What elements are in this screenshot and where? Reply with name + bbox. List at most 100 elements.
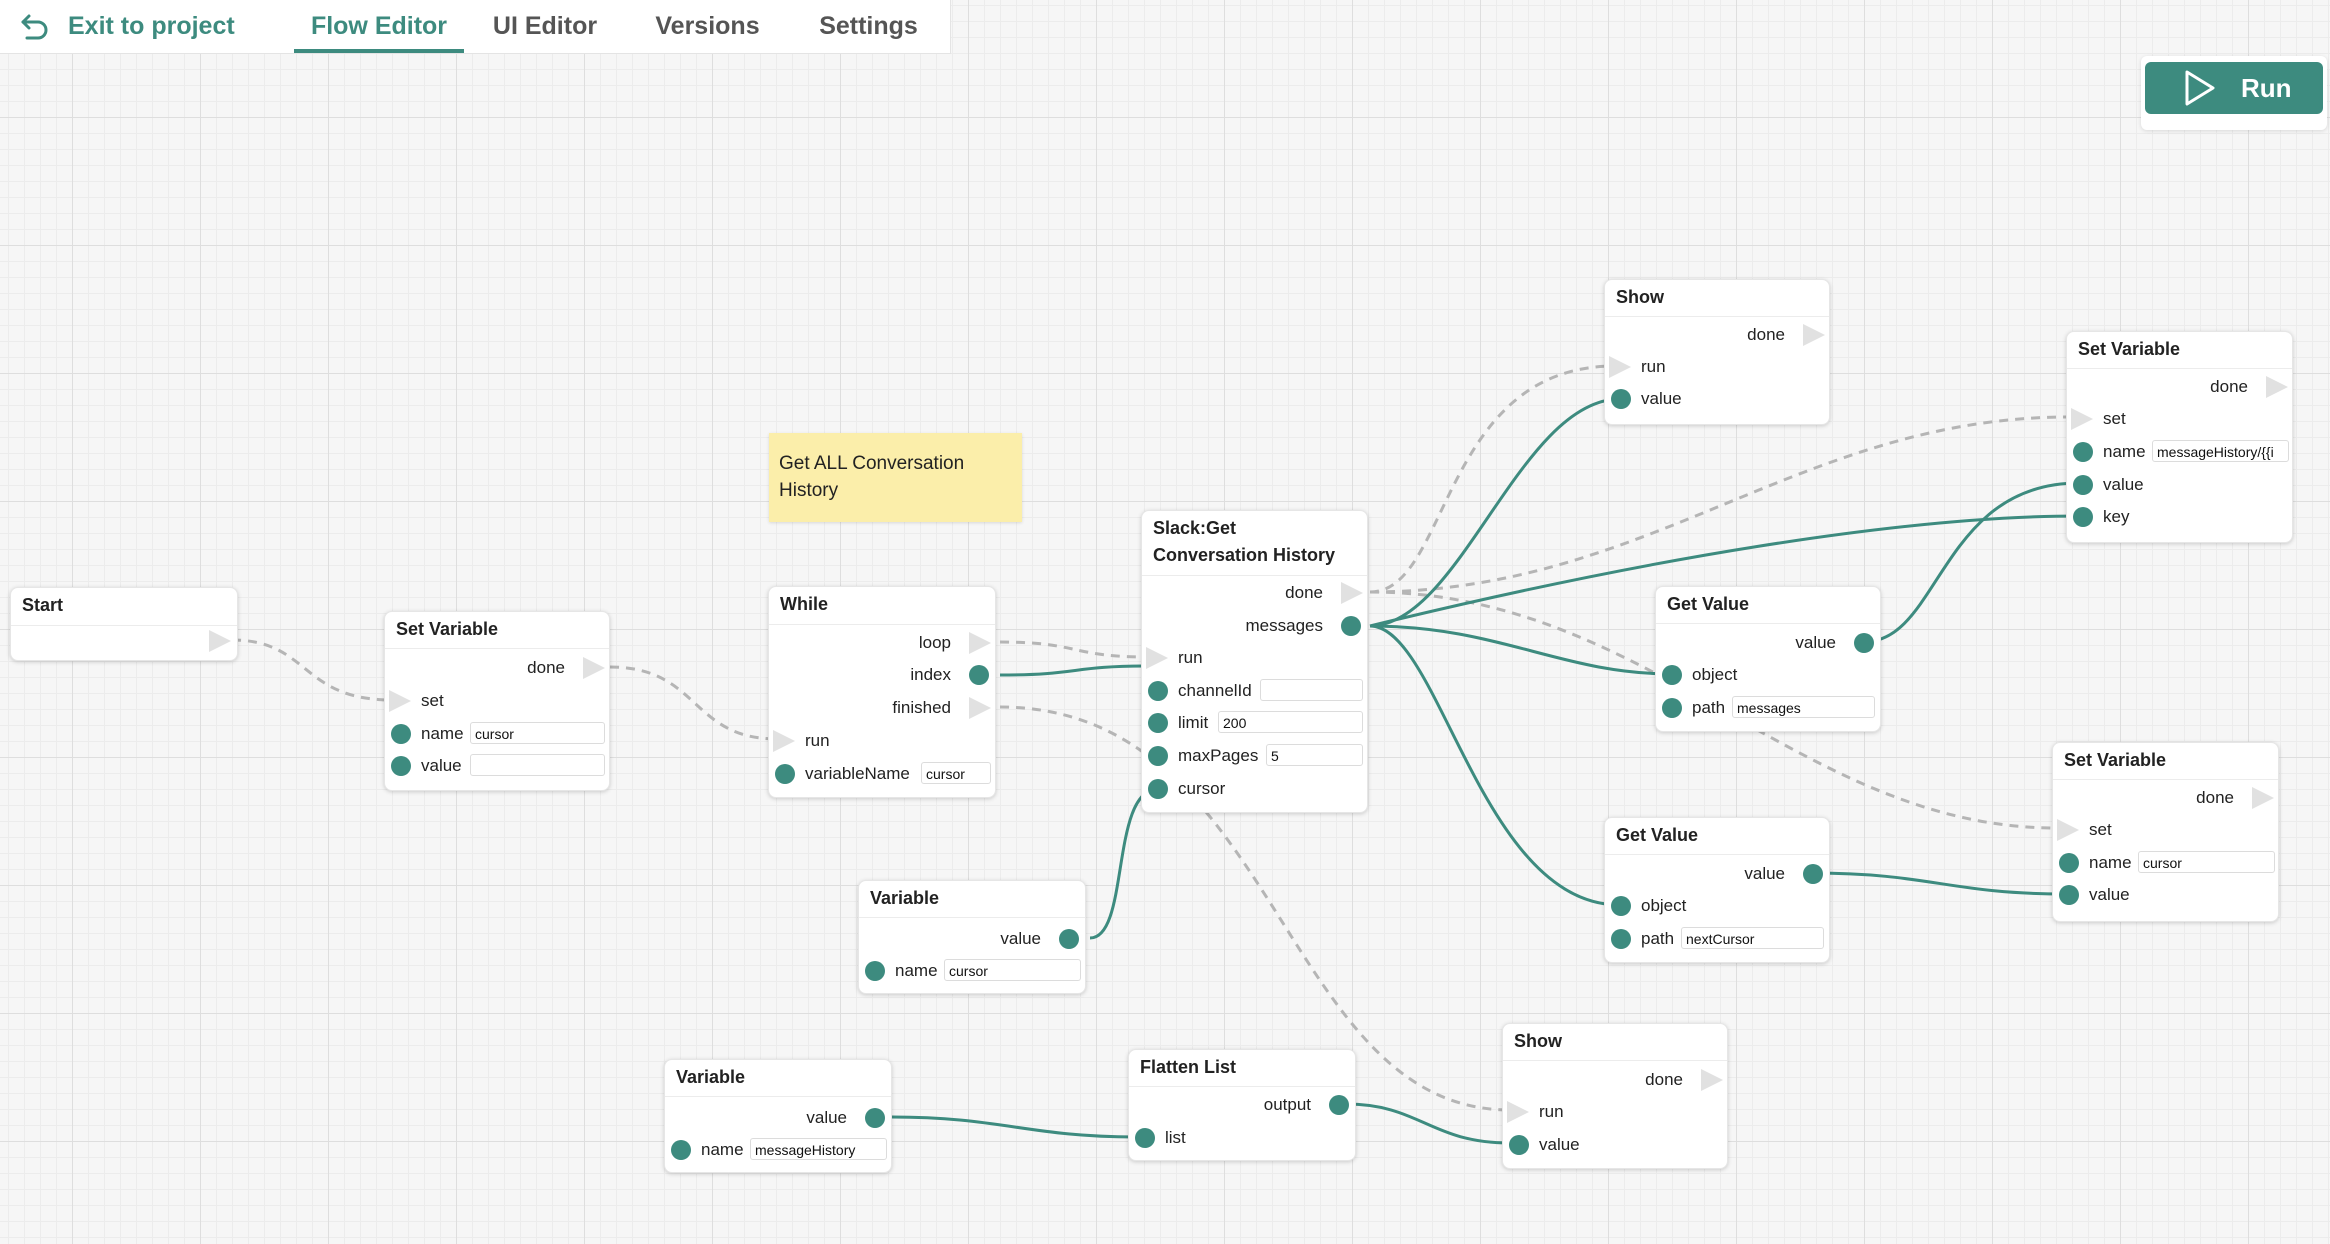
flow-out-port-done[interactable] [583,657,605,679]
node-title: Get Value [1616,825,1699,845]
node-get-value-next-cursor[interactable]: Get Value value object path nextCursor [1604,817,1830,963]
channel-id-field[interactable] [1260,679,1363,701]
node-get-value-messages[interactable]: Get Value value object path messages [1655,586,1881,732]
node-slack-get-conversation-history[interactable]: Slack:Get Conversation History done mess… [1141,510,1368,813]
flow-in-port-run[interactable] [1146,647,1168,669]
tab-versions[interactable]: Versions [640,0,775,50]
name-field[interactable]: messageHistory [750,1138,887,1160]
output-port-value[interactable] [1059,929,1079,949]
flow-out-port-done[interactable] [1803,324,1825,346]
flow-out-port-done[interactable] [1341,582,1363,604]
output-port-value[interactable] [1803,864,1823,884]
input-port-value[interactable] [2073,475,2093,495]
input-port-path[interactable] [1662,698,1682,718]
input-port-name[interactable] [671,1140,691,1160]
wire-setvar-while [609,665,778,741]
limit-field[interactable]: 200 [1218,711,1363,733]
input-port-name[interactable] [2059,853,2079,873]
run-button[interactable]: Run [2145,62,2323,114]
node-variable-message-history[interactable]: Variable value name messageHistory [664,1059,892,1173]
name-field[interactable]: cursor [944,959,1081,981]
port-label-object: object [1641,896,1687,915]
flow-out-port-done[interactable] [2266,376,2288,398]
node-variable-cursor[interactable]: Variable value name cursor [858,880,1086,994]
input-port-name[interactable] [865,961,885,981]
input-port-variable-name[interactable] [775,764,795,784]
flow-in-port-set[interactable] [2057,819,2079,841]
value-field[interactable] [470,754,605,776]
input-port-list[interactable] [1135,1128,1155,1148]
input-port-channel-id[interactable] [1148,681,1168,701]
path-field[interactable]: nextCursor [1681,927,1824,949]
path-field[interactable]: messages [1732,696,1875,718]
port-label-value: value [1539,1135,1580,1154]
input-port-object[interactable] [1662,665,1682,685]
node-start[interactable]: Start [10,587,238,661]
output-port-messages[interactable] [1341,616,1361,636]
variable-name-field[interactable]: cursor [921,762,991,784]
port-label-channel-id: channelId [1178,681,1252,700]
flow-out-port-loop[interactable] [969,632,991,654]
input-port-object[interactable] [1611,896,1631,916]
node-set-variable-cursor[interactable]: Set Variable done set name cursor value [384,611,610,791]
flow-in-port-run[interactable] [773,730,795,752]
node-title-line1: Slack:Get [1153,518,1237,538]
port-label-messages: messages [1245,616,1323,635]
flow-out-port-finished[interactable] [969,697,991,719]
name-field[interactable]: messageHistory/{{i [2152,440,2289,462]
flow-out-port-done[interactable] [2252,787,2274,809]
node-title: Flatten List [1140,1057,1237,1077]
port-label-value: value [2089,885,2130,904]
node-while[interactable]: While loop index finished run variableNa… [768,586,996,798]
input-port-cursor[interactable] [1148,779,1168,799]
wire-history-flatten [891,1115,1136,1139]
input-port-limit[interactable] [1148,713,1168,733]
input-port-path[interactable] [1611,929,1631,949]
wire-while-slack [999,640,1149,659]
name-field[interactable]: cursor [2138,851,2275,873]
output-port-value[interactable] [865,1108,885,1128]
input-port-value[interactable] [2059,885,2079,905]
input-port-value[interactable] [1611,389,1631,409]
flow-out-port-done[interactable] [1701,1069,1723,1091]
node-show-top[interactable]: Show done run value [1604,279,1830,425]
wire-gv2-setvar-value [1811,871,2067,896]
tab-ui-editor[interactable]: UI Editor [480,0,610,50]
name-field[interactable]: cursor [470,722,605,744]
flow-in-port-run[interactable] [1507,1101,1529,1123]
flow-in-port-set[interactable] [389,690,411,712]
port-label-done: done [1285,583,1323,602]
node-title: Show [1616,287,1664,307]
node-title: Start [22,595,64,615]
input-port-max-pages[interactable] [1148,746,1168,766]
output-port-index[interactable] [969,665,989,685]
port-label-done: done [2210,377,2248,396]
tab-flow-editor[interactable]: Flow Editor [294,0,464,53]
input-port-name[interactable] [391,724,411,744]
input-port-name[interactable] [2073,442,2093,462]
flow-in-port-run[interactable] [1609,356,1631,378]
output-port-output[interactable] [1329,1095,1349,1115]
port-label-name: name [2089,853,2132,872]
top-navigation-bar: Exit to project Flow Editor UI Editor Ve… [0,0,951,54]
max-pages-field[interactable]: 5 [1266,744,1363,766]
sticky-note[interactable]: Get ALL Conversation History [769,433,1022,522]
flow-in-port-set[interactable] [2071,408,2093,430]
port-label-value: value [421,756,462,775]
tab-settings[interactable]: Settings [806,0,931,50]
port-label-path: path [1641,929,1675,948]
input-port-value[interactable] [391,756,411,776]
exit-to-project-button[interactable]: Exit to project [20,0,235,53]
port-label-cursor: cursor [1178,779,1226,798]
node-flatten-list[interactable]: Flatten List output list [1128,1049,1356,1161]
port-label-value: value [806,1108,847,1127]
input-port-value[interactable] [1509,1135,1529,1155]
node-show-bottom[interactable]: Show done run value [1502,1023,1728,1169]
port-label-done: done [1747,325,1785,344]
node-set-variable-message-history[interactable]: Set Variable done set name messageHistor… [2066,331,2293,543]
port-label-index: index [910,665,951,684]
node-set-variable-cursor-update[interactable]: Set Variable done set name cursor value [2052,742,2279,922]
input-port-key[interactable] [2073,507,2093,527]
output-port-value[interactable] [1854,633,1874,653]
flow-out-port[interactable] [209,630,231,652]
